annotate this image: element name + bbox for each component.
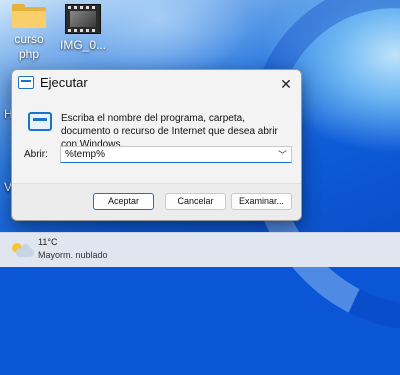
desktop-icon-label: IMG_0...: [60, 38, 107, 52]
chevron-down-icon[interactable]: ﹀: [278, 148, 287, 161]
desktop-icon-curso-php[interactable]: curso php: [6, 4, 52, 62]
weather-condition[interactable]: Mayorm. nublado: [38, 250, 108, 260]
open-label: Abrir:: [24, 149, 48, 160]
run-icon: [28, 112, 52, 131]
open-input[interactable]: %temp% ﹀: [60, 146, 292, 163]
run-app-icon: [18, 76, 34, 89]
desktop-icon-img[interactable]: IMG_0...: [60, 4, 106, 53]
folder-icon: [12, 4, 46, 28]
dialog-titlebar[interactable]: Ejecutar ✕: [12, 70, 301, 98]
desktop-icon-label: curso php: [14, 32, 44, 61]
video-file-icon: [65, 4, 101, 34]
open-input-value: %temp%: [65, 149, 106, 160]
run-dialog: Ejecutar ✕ Escriba el nombre del program…: [11, 69, 302, 221]
taskbar: 11°C Mayorm. nublado: [0, 232, 400, 267]
browse-button[interactable]: Examinar...: [231, 193, 292, 210]
ok-button[interactable]: Aceptar: [93, 193, 154, 210]
dialog-footer: Aceptar Cancelar Examinar...: [12, 183, 301, 220]
close-button[interactable]: ✕: [277, 75, 295, 93]
partly-cloudy-icon[interactable]: [12, 242, 34, 258]
dialog-title: Ejecutar: [40, 75, 88, 90]
cancel-button[interactable]: Cancelar: [165, 193, 226, 210]
weather-temperature[interactable]: 11°C: [38, 237, 57, 247]
